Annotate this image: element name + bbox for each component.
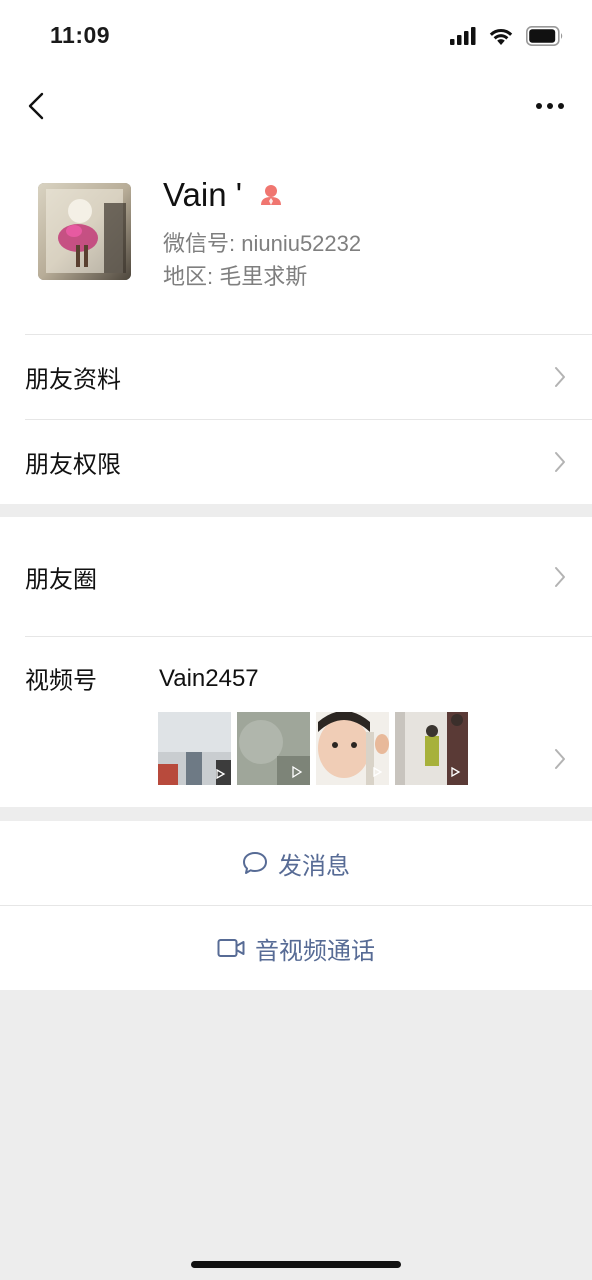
- channel-thumbnails: [158, 712, 468, 785]
- avatar[interactable]: [38, 183, 131, 280]
- channels-name: Vain2457: [159, 665, 259, 692]
- channel-thumbnail[interactable]: [395, 712, 468, 785]
- friend-settings-section: 朋友资料 朋友权限: [0, 334, 592, 504]
- friend-info-label: 朋友资料: [25, 366, 121, 394]
- region: 地区: 毛里求斯: [163, 264, 308, 289]
- moments-row[interactable]: 朋友圈: [0, 517, 592, 636]
- channel-thumbnail[interactable]: [237, 712, 310, 785]
- wechat-id: 微信号: niuniu52232: [163, 231, 362, 256]
- video-call-label: 音视频通话: [255, 937, 375, 965]
- channel-thumbnail[interactable]: [158, 712, 231, 785]
- home-indicator: [191, 1261, 401, 1268]
- name-row: Vain ': [163, 176, 282, 214]
- chat-bubble-icon: [243, 852, 267, 874]
- send-message-label: 发消息: [278, 852, 350, 880]
- send-message-button[interactable]: 发消息: [0, 821, 592, 905]
- signal-icon: [450, 27, 476, 45]
- moments-label: 朋友圈: [25, 566, 97, 593]
- back-button[interactable]: [18, 86, 54, 126]
- chevron-right-icon: [555, 452, 565, 472]
- chevron-right-icon: [555, 749, 565, 769]
- channels-label: 视频号: [25, 667, 97, 695]
- battery-icon: [526, 26, 563, 46]
- channels-row[interactable]: 视频号 Vain2457: [0, 637, 592, 807]
- video-camera-icon: [217, 939, 245, 957]
- friend-permissions-label: 朋友权限: [25, 451, 121, 479]
- friend-permissions-row[interactable]: 朋友权限: [0, 420, 592, 504]
- wifi-icon: [489, 28, 513, 45]
- nav-bar: [0, 72, 592, 142]
- contact-badge-icon: [261, 185, 282, 205]
- status-icons: [450, 26, 564, 46]
- chevron-right-icon: [555, 367, 565, 387]
- more-icon: [536, 103, 564, 109]
- video-call-button[interactable]: 音视频通话: [0, 906, 592, 990]
- profile-header: Vain ' 微信号: niuniu52232 地区: 毛里求斯: [0, 142, 592, 334]
- social-section: 朋友圈 视频号 Vain2457: [0, 517, 592, 807]
- more-button[interactable]: [530, 90, 570, 122]
- avatar-image: [38, 183, 131, 280]
- chevron-right-icon: [555, 566, 565, 587]
- status-time: 11:09: [50, 22, 111, 48]
- channel-thumbnail[interactable]: [316, 712, 389, 785]
- profile-name: Vain ': [163, 176, 243, 213]
- friend-info-row[interactable]: 朋友资料: [0, 335, 592, 419]
- actions-section: 发消息 音视频通话: [0, 821, 592, 990]
- back-icon: [28, 92, 44, 120]
- status-bar: 11:09: [0, 0, 592, 72]
